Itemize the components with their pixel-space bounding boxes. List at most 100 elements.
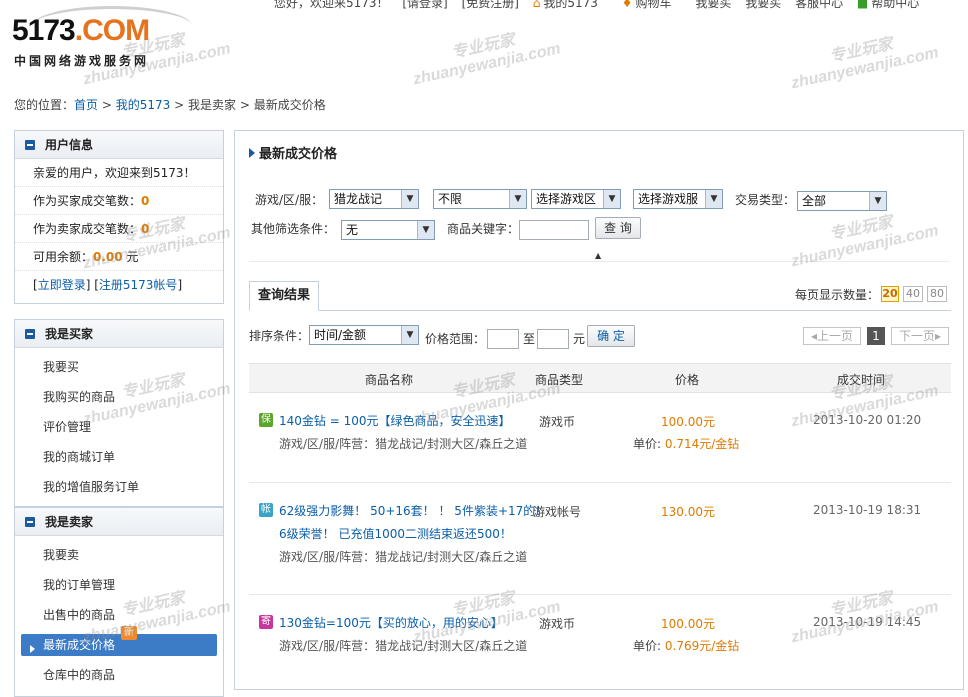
search-button[interactable]: 查 询 <box>595 217 641 239</box>
register-link[interactable]: [免费注册] <box>462 0 519 10</box>
welcome-text: 亲爱的用户，欢迎来到5173！ <box>15 159 223 187</box>
table-header: 商品名称 商品类型 价格 成交时间 <box>249 363 951 393</box>
balance: 可用余额：0.00 元 <box>15 243 223 271</box>
per-page-80[interactable]: 80 <box>927 286 947 302</box>
item-time: 2013-10-19 18:31 <box>813 503 922 517</box>
logo-text: 5173.COM <box>12 14 150 47</box>
service-link[interactable]: 客服中心 <box>795 0 843 10</box>
collapse-icon[interactable] <box>25 329 35 339</box>
item-price: 100.00元 <box>661 415 715 429</box>
cart-link[interactable]: ♦ 购物车 <box>622 0 682 10</box>
seller-menu: 我是卖家 我要卖 我的订单管理 出售中的商品 最新成交价格新 仓库中的商品 <box>14 507 224 697</box>
keyword-input[interactable] <box>519 220 589 240</box>
buyer-menu-item[interactable]: 评价管理 <box>15 412 223 442</box>
user-info-header: 用户信息 <box>15 131 223 159</box>
buyer-menu-item[interactable]: 我要买 <box>15 352 223 382</box>
item-server-info: 游戏/区/服/阵营：猎龙战记/封测大区/森丘之道 <box>279 437 528 451</box>
col-name: 商品名称 <box>365 373 414 387</box>
to-label: 至 <box>523 332 536 346</box>
main-panel: 最新成交价格 游戏/区/服： 猎龙战记 不限 选择游戏区 选择游戏服 交易类型：… <box>234 130 964 690</box>
login-link[interactable]: [请登录] <box>402 0 447 10</box>
login-now-link[interactable]: 立即登录 <box>38 278 86 292</box>
price-range-label: 价格范围： <box>425 332 486 346</box>
table-row: 保 140金钻 = 100元【绿色商品，安全迅速】 游戏/区/服/阵营：猎龙战记… <box>249 393 951 483</box>
seller-count: 作为卖家成交笔数：0 <box>15 215 223 243</box>
seller-menu-item[interactable]: 出售中的商品 <box>15 600 223 630</box>
user-info-panel: 用户信息 亲爱的用户，欢迎来到5173！ 作为买家成交笔数：0 作为卖家成交笔数… <box>14 130 224 304</box>
item-time: 2013-10-19 14:45 <box>813 615 922 629</box>
item-title-line2[interactable]: 6级荣誉！ 已充值1000二测结束返还500！ <box>279 525 512 542</box>
cart-icon: ♦ <box>621 0 633 10</box>
sell-link[interactable]: 我要买 <box>745 0 781 10</box>
buy-link[interactable]: 我要买 <box>695 0 731 10</box>
help-link[interactable]: ■ 帮助中心 <box>857 0 929 10</box>
buyer-menu: 我是买家 我要买 我购买的商品 评价管理 我的商城订单 我的增值服务订单 <box>14 319 224 507</box>
prev-page-button[interactable]: ◂上一页 <box>803 327 861 345</box>
greeting: 您好，欢迎来5173！ <box>274 0 389 10</box>
page-title: 最新成交价格 <box>249 143 337 162</box>
auth-links: [立即登录] [注册5173帐号] <box>33 278 183 292</box>
tab-results[interactable]: 查询结果 <box>249 281 319 311</box>
guarantee-tag-icon: 保 <box>259 413 273 427</box>
help-icon: ■ <box>856 0 869 10</box>
watermark: 专业玩家 zhuanyewanjia.com <box>789 35 941 93</box>
item-price: 130.00元 <box>661 505 715 519</box>
logo-subtitle: 中国网络游戏服务网 <box>14 54 150 68</box>
breadcrumb: 您的位置：首页 > 我的5173 > 我是卖家 > 最新成交价格 <box>14 98 326 112</box>
home-icon: ⌂ <box>532 0 541 10</box>
item-unit-price: 单价: 0.714元/金钻 <box>633 437 740 451</box>
buyer-menu-header: 我是买家 <box>15 320 223 348</box>
seller-menu-item[interactable]: 我的订单管理 <box>15 570 223 600</box>
item-server-info: 游戏/区/服/阵营：猎龙战记/封测大区/森丘之道 <box>279 550 528 564</box>
page-1[interactable]: 1 <box>867 327 885 345</box>
collapse-icon[interactable] <box>25 140 35 150</box>
seller-menu-item[interactable]: 仓库中的商品 <box>15 660 223 690</box>
game-select[interactable]: 猎龙战记 <box>329 189 419 209</box>
confirm-button[interactable]: 确 定 <box>587 325 635 347</box>
other-filter-select[interactable]: 无 <box>341 220 435 240</box>
site-logo[interactable]: 5173.COM 中国网络游戏服务网 <box>12 6 192 74</box>
col-type: 商品类型 <box>535 373 584 387</box>
seller-menu-header: 我是卖家 <box>15 508 223 536</box>
buyer-menu-item[interactable]: 我的增值服务订单 <box>15 472 223 502</box>
game-filter-label: 游戏/区/服： <box>255 193 324 207</box>
breadcrumb-home[interactable]: 首页 <box>74 98 98 112</box>
server-select[interactable]: 选择游戏服 <box>633 189 723 209</box>
buyer-menu-item[interactable]: 我的商城订单 <box>15 442 223 472</box>
collapse-icon[interactable] <box>25 517 35 527</box>
per-page-20[interactable]: 20 <box>881 286 899 302</box>
item-price: 100.00元 <box>661 617 715 631</box>
item-time: 2013-10-20 01:20 <box>813 413 922 427</box>
item-type: 游戏帐号 <box>533 505 582 519</box>
buyer-menu-item[interactable]: 我购买的商品 <box>15 382 223 412</box>
other-filter-label: 其他筛选条件： <box>251 222 336 236</box>
price-min-input[interactable] <box>487 329 519 349</box>
per-page-40[interactable]: 40 <box>903 286 923 302</box>
sort-label: 排序条件： <box>249 329 310 343</box>
tab-underline <box>249 310 951 311</box>
seller-menu-item-latest-price[interactable]: 最新成交价格新 <box>21 626 217 656</box>
zone-select[interactable]: 选择游戏区 <box>531 189 621 209</box>
item-title-link[interactable]: 140金钻 = 100元【绿色商品，安全迅速】 <box>279 412 511 429</box>
consign-tag-icon: 寄 <box>259 615 273 629</box>
item-title-link[interactable]: 62级强力影舞！ 50+16套！ ！ 5件紫装+17的！ <box>279 502 547 519</box>
item-type: 游戏币 <box>539 415 576 429</box>
sort-select[interactable]: 时间/金额 <box>309 325 419 345</box>
keyword-label: 商品关键字： <box>447 222 520 236</box>
area-select[interactable]: 不限 <box>433 189 527 209</box>
collapse-arrow-icon[interactable]: ▲ <box>595 251 601 260</box>
breadcrumb-current: 最新成交价格 <box>253 98 326 112</box>
yuan-label: 元 <box>573 332 586 346</box>
trade-type-label: 交易类型： <box>735 193 796 207</box>
breadcrumb-my[interactable]: 我的5173 <box>116 98 171 112</box>
register-account-link[interactable]: 注册5173帐号 <box>99 278 178 292</box>
my5173-link[interactable]: ⌂ 我的5173 <box>533 0 608 10</box>
item-title-link[interactable]: 130金钻=100元【买的放心，用的安心】 <box>279 614 503 631</box>
seller-menu-item[interactable]: 我要卖 <box>15 540 223 570</box>
item-server-info: 游戏/区/服/阵营：猎龙战记/封测大区/森丘之道 <box>279 639 528 653</box>
price-max-input[interactable] <box>537 329 569 349</box>
col-price: 价格 <box>675 373 700 387</box>
next-page-button[interactable]: 下一页▸ <box>891 327 949 345</box>
top-nav: 您好，欢迎来5173！ [请登录] [免费注册] ⌂ 我的5173 ♦ 购物车 我要… <box>274 0 968 12</box>
trade-type-select[interactable]: 全部 <box>797 191 887 211</box>
